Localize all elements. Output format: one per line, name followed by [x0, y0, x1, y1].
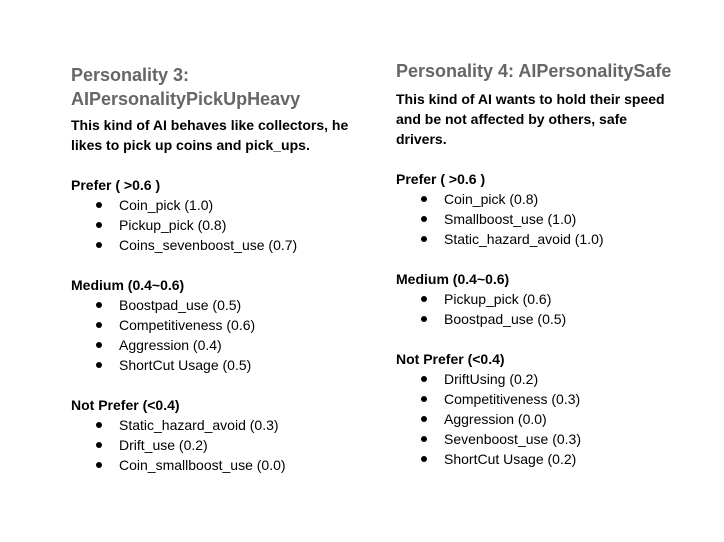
list-item: Boostpad_use (0.5)	[396, 309, 696, 329]
list-item: ShortCut Usage (0.2)	[396, 449, 696, 469]
bullet-icon	[96, 462, 102, 468]
list-item: Static_hazard_avoid (0.3)	[71, 415, 371, 435]
bullet-icon	[96, 442, 102, 448]
list-item: Boostpad_use (0.5)	[71, 295, 371, 315]
prefer-heading: Prefer ( >0.6 )	[71, 177, 161, 193]
bullet-icon	[421, 196, 427, 202]
personality-3-medium-section: Medium (0.4~0.6) Boostpad_use (0.5) Comp…	[71, 275, 371, 375]
list-item: Drift_use (0.2)	[71, 435, 371, 455]
bullet-icon	[96, 322, 102, 328]
list-item: Smallboost_use (1.0)	[396, 209, 696, 229]
list-item: DriftUsing (0.2)	[396, 369, 696, 389]
not-prefer-heading: Not Prefer (<0.4)	[71, 397, 180, 413]
list-item: Coin_pick (0.8)	[396, 189, 696, 209]
prefer-list: Coin_pick (1.0) Pickup_pick (0.8) Coins_…	[71, 195, 371, 255]
list-item: Static_hazard_avoid (1.0)	[396, 229, 696, 249]
bullet-icon	[421, 416, 427, 422]
medium-heading: Medium (0.4~0.6)	[71, 277, 185, 293]
prefer-list: Coin_pick (0.8) Smallboost_use (1.0) Sta…	[396, 189, 696, 249]
personality-4-prefer-section: Prefer ( >0.6 ) Coin_pick (0.8) Smallboo…	[396, 169, 696, 249]
bullet-icon	[96, 242, 102, 248]
bullet-icon	[421, 436, 427, 442]
not-prefer-list: Static_hazard_avoid (0.3) Drift_use (0.2…	[71, 415, 371, 475]
personality-4-description: This kind of AI wants to hold their spee…	[396, 91, 665, 147]
not-prefer-heading: Not Prefer (<0.4)	[396, 351, 505, 367]
bullet-icon	[421, 396, 427, 402]
list-item: Competitiveness (0.3)	[396, 389, 696, 409]
personality-4-title: Personality 4: AIPersonalitySafe	[396, 61, 672, 81]
list-item: Pickup_pick (0.8)	[71, 215, 371, 235]
medium-list: Boostpad_use (0.5) Competitiveness (0.6)…	[71, 295, 371, 375]
list-item: Competitiveness (0.6)	[71, 315, 371, 335]
list-item: Coin_pick (1.0)	[71, 195, 371, 215]
bullet-icon	[421, 376, 427, 382]
medium-heading: Medium (0.4~0.6)	[396, 271, 510, 287]
bullet-icon	[96, 222, 102, 228]
personality-3-not-prefer-section: Not Prefer (<0.4) Static_hazard_avoid (0…	[71, 395, 371, 475]
bullet-icon	[96, 422, 102, 428]
bullet-icon	[421, 316, 427, 322]
prefer-heading: Prefer ( >0.6 )	[396, 171, 486, 187]
list-item: Sevenboost_use (0.3)	[396, 429, 696, 449]
personality-3-title: Personality 3: AIPersonalityPickUpHeavy	[71, 65, 301, 109]
list-item: Aggression (0.0)	[396, 409, 696, 429]
bullet-icon	[421, 296, 427, 302]
personality-3-description: This kind of AI behaves like collectors,…	[71, 117, 349, 153]
not-prefer-list: DriftUsing (0.2) Competitiveness (0.3) A…	[396, 369, 696, 469]
bullet-icon	[96, 342, 102, 348]
personality-3-prefer-section: Prefer ( >0.6 ) Coin_pick (1.0) Pickup_p…	[71, 175, 371, 255]
personality-4-medium-section: Medium (0.4~0.6) Pickup_pick (0.6) Boost…	[396, 269, 696, 329]
bullet-icon	[96, 202, 102, 208]
list-item: ShortCut Usage (0.5)	[71, 355, 371, 375]
bullet-icon	[96, 362, 102, 368]
list-item: Coin_smallboost_use (0.0)	[71, 455, 371, 475]
bullet-icon	[421, 236, 427, 242]
bullet-icon	[421, 456, 427, 462]
list-item: Coins_sevenboost_use (0.7)	[71, 235, 371, 255]
bullet-icon	[421, 216, 427, 222]
list-item: Aggression (0.4)	[71, 335, 371, 355]
list-item: Pickup_pick (0.6)	[396, 289, 696, 309]
medium-list: Pickup_pick (0.6) Boostpad_use (0.5)	[396, 289, 696, 329]
personality-4-not-prefer-section: Not Prefer (<0.4) DriftUsing (0.2) Compe…	[396, 349, 696, 469]
bullet-icon	[96, 302, 102, 308]
